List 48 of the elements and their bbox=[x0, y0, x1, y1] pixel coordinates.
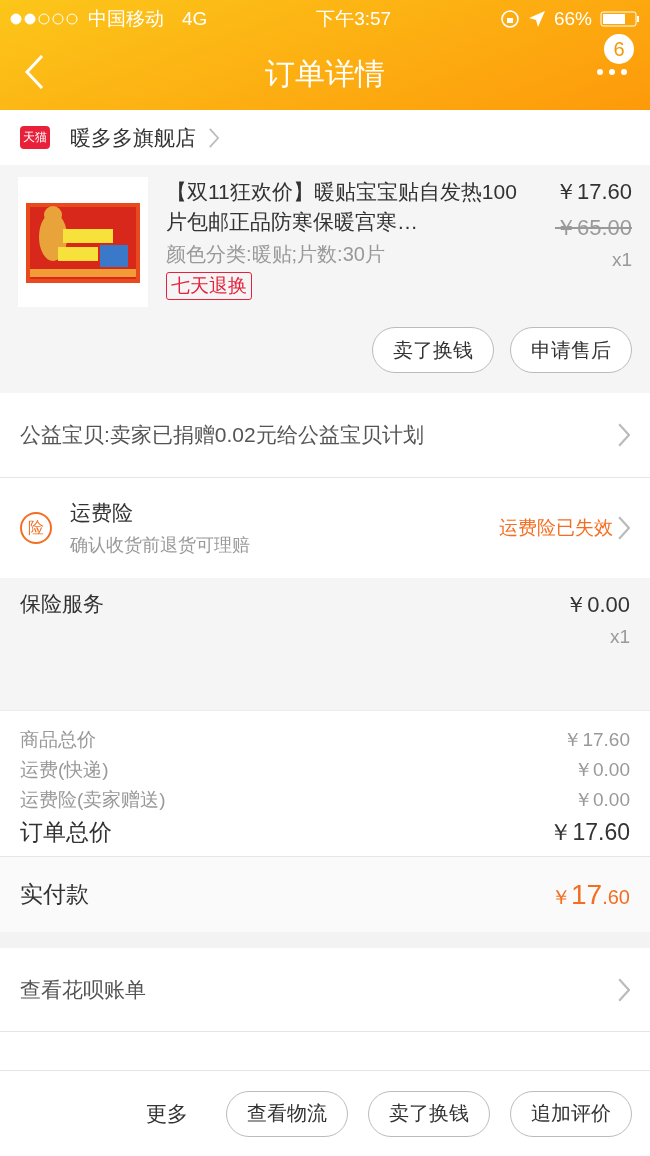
more-icon[interactable] bbox=[596, 68, 628, 76]
location-icon bbox=[527, 10, 546, 28]
insurance-icon: 险 bbox=[20, 512, 52, 544]
battery-icon bbox=[600, 11, 640, 27]
product-spec: 颜色分类:暖贴;片数:30片 bbox=[166, 242, 386, 267]
rotation-lock-icon bbox=[499, 9, 520, 29]
summary-value: ￥17.60 bbox=[563, 728, 630, 752]
insurance-title: 运费险 bbox=[70, 500, 134, 526]
product-action-button[interactable]: 申请售后 bbox=[510, 327, 632, 373]
chevron-icon bbox=[617, 422, 630, 448]
battery-text: 66% bbox=[553, 8, 592, 30]
product-action-button[interactable]: 卖了换钱 bbox=[372, 327, 494, 373]
notification-badge: 6 bbox=[604, 34, 634, 64]
summary-label: 运费(快递) bbox=[20, 758, 109, 782]
service-quantity: x1 bbox=[609, 626, 630, 648]
signal-icon bbox=[10, 13, 80, 25]
summary-value: ￥0.00 bbox=[574, 758, 630, 782]
summary-label: 运费险(卖家赠送) bbox=[20, 788, 166, 812]
summary-label: 订单总价 bbox=[20, 818, 112, 847]
summary-value: ￥17.60 bbox=[549, 818, 630, 847]
summary-label: 商品总价 bbox=[20, 728, 96, 752]
service-price: ￥0.00 bbox=[565, 591, 630, 619]
product-quantity: x1 bbox=[611, 249, 632, 271]
time-text: 下午3:57 bbox=[316, 7, 392, 31]
huabei-link[interactable]: 查看花呗账单 bbox=[20, 975, 617, 1004]
product-title[interactable]: 【双11狂欢价】暖贴宝宝贴自发热100片包邮正品防寒保暖宫寒… bbox=[166, 177, 537, 237]
more-link[interactable]: 更多 bbox=[146, 1099, 188, 1128]
page-title: 订单详情 bbox=[265, 55, 385, 92]
order-action-button[interactable]: 查看物流 bbox=[226, 1090, 348, 1137]
original-price: ￥65.00 bbox=[554, 214, 632, 242]
service-title: 保险服务 bbox=[20, 591, 105, 617]
order-action-button[interactable]: 卖了换钱 bbox=[368, 1090, 490, 1137]
chevron-icon bbox=[617, 515, 630, 541]
shop-name[interactable]: 暖多多旗舰店 bbox=[70, 123, 196, 152]
return-policy-tag: 七天退换 bbox=[166, 272, 252, 300]
paid-amount: ￥17.60 bbox=[551, 878, 630, 911]
carrier-text: 中国移动 bbox=[88, 7, 164, 31]
charity-text: 公益宝贝:卖家已捐赠0.02元给公益宝贝计划 bbox=[20, 422, 425, 448]
network-text: 4G bbox=[182, 8, 208, 30]
product-price: ￥17.60 bbox=[554, 178, 632, 206]
back-icon[interactable] bbox=[24, 54, 44, 90]
chevron-icon bbox=[208, 126, 219, 149]
insurance-subtitle: 确认收货前退货可理赔 bbox=[70, 534, 251, 557]
paid-label: 实付款 bbox=[20, 880, 89, 909]
summary-value: ￥0.00 bbox=[574, 788, 630, 812]
order-action-button[interactable]: 追加评价 bbox=[510, 1090, 632, 1137]
store-badge: 天猫 bbox=[20, 126, 50, 149]
chevron-icon bbox=[617, 976, 630, 1003]
